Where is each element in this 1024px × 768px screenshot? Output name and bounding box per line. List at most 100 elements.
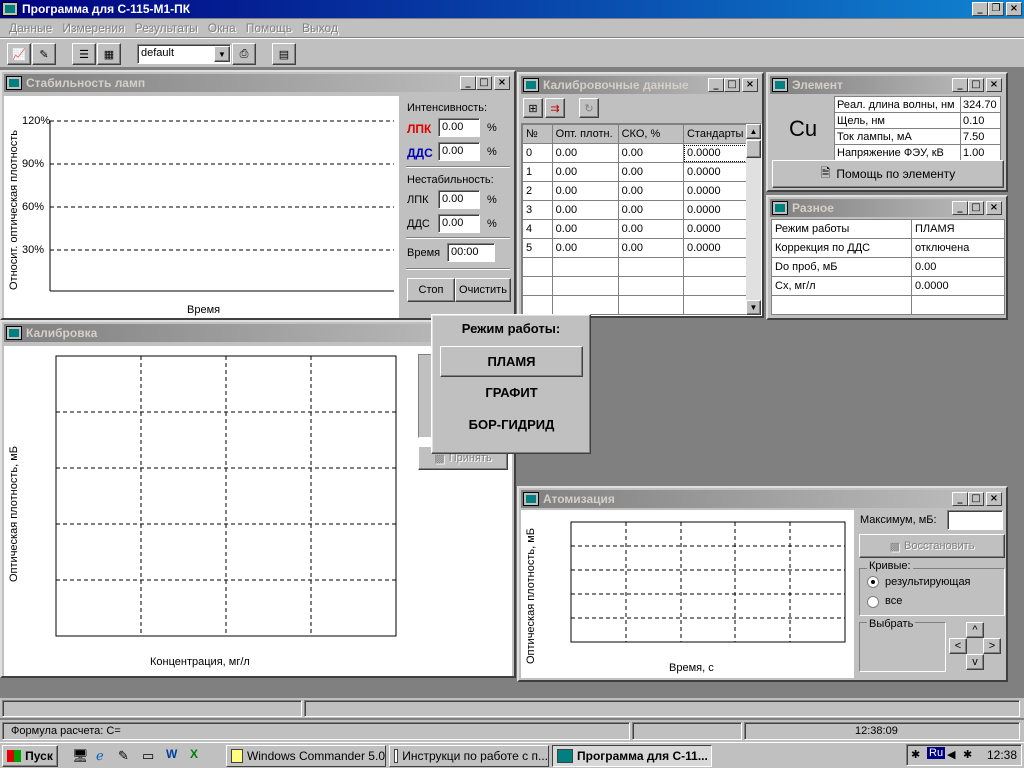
network-icon[interactable]: ✱	[963, 748, 972, 761]
cell[interactable]: 324.70	[960, 96, 1001, 113]
speaker-icon[interactable]: ◀	[947, 748, 955, 761]
notes-icon[interactable]: ✎	[118, 748, 129, 764]
cell[interactable]: 7.50	[960, 128, 1001, 145]
col-header[interactable]: №	[522, 124, 553, 144]
time-field[interactable]: 00:00	[447, 243, 495, 262]
lang-indicator[interactable]: Ru	[927, 747, 946, 759]
excel-icon[interactable]: X	[190, 747, 198, 761]
table-row[interactable]	[522, 276, 749, 296]
close-icon[interactable]: ×	[742, 78, 758, 92]
radio-result[interactable]	[867, 576, 879, 588]
minimize-icon[interactable]: _	[708, 78, 724, 92]
calibdata-title-bar[interactable]: Калибровочные данные _ □ ×	[521, 76, 760, 94]
arrow-down-icon[interactable]: v	[966, 654, 984, 670]
task-instructions[interactable]: Инструкци по работе с п...	[389, 745, 549, 767]
menu-windows[interactable]: Окна	[203, 19, 241, 37]
cell[interactable]: 0.0000	[911, 276, 1005, 296]
stop-button[interactable]: Стоп	[407, 278, 455, 302]
menu-help[interactable]: Помощь	[241, 19, 297, 37]
table-row[interactable]: 1 0.00 0.00 0.0000	[522, 162, 749, 182]
cell[interactable]: 0.00	[911, 257, 1005, 277]
cell[interactable]: 0.10	[960, 112, 1001, 129]
max-field[interactable]	[947, 510, 1003, 530]
bug-icon[interactable]: ✱	[911, 748, 920, 761]
vertical-scrollbar[interactable]: ▲ ▼	[746, 124, 761, 315]
close-icon[interactable]: ×	[986, 201, 1002, 215]
element-help-button[interactable]: 🗎 Помощь по элементу	[772, 160, 1004, 188]
table-row[interactable]	[771, 295, 1005, 315]
col-header[interactable]: Стандарты	[682, 124, 749, 144]
radio-all[interactable]	[867, 596, 879, 608]
table-row[interactable]: Сх, мг/л 0.0000	[771, 276, 1005, 296]
table-row[interactable]: Режим работы ПЛАМЯ	[771, 219, 1005, 239]
arrow-up-icon[interactable]: ^	[966, 622, 984, 638]
chevron-down-icon[interactable]: ▼	[214, 46, 230, 62]
mode-borohydride-option[interactable]: БОР-ГИДРИД	[440, 417, 583, 432]
app-title-bar[interactable]: Программа для С-115-М1-ПК _ ❐ ×	[0, 0, 1024, 18]
scroll-thumb[interactable]	[746, 140, 761, 158]
lamp-title-bar[interactable]: Стабильность ламп _ □ ×	[4, 74, 512, 92]
cell[interactable]: 0.0000	[682, 181, 749, 201]
terminal-icon[interactable]: ▭	[142, 748, 154, 764]
minimize-icon[interactable]: _	[460, 76, 476, 90]
table-row[interactable]: Коррекция по ДДС отключена	[771, 238, 1005, 258]
maximize-icon[interactable]: □	[724, 78, 740, 92]
table-row[interactable]: 0 0.00 0.00 0.0000	[522, 143, 749, 163]
mode-flame-button[interactable]: ПЛАМЯ	[440, 346, 583, 377]
cell[interactable]: 0.0000	[682, 219, 749, 239]
task-program[interactable]: Программа для С-11...	[552, 745, 712, 767]
table-row[interactable]: Ток лампы, мА 7.50	[834, 128, 1001, 145]
table-row[interactable]	[522, 257, 749, 277]
cell[interactable]: 0.0000	[682, 238, 749, 258]
radio-result-label[interactable]: результирующая	[885, 576, 971, 588]
refresh-icon[interactable]: ↻	[579, 98, 599, 118]
dds-intensity-field[interactable]: 0.00	[438, 142, 480, 161]
task-windows-commander[interactable]: Windows Commander 5.0	[226, 745, 386, 767]
misc-title-bar[interactable]: Разное _ □ ×	[770, 199, 1004, 217]
ie-icon[interactable]: ℯ	[96, 748, 104, 764]
cell[interactable]: ПЛАМЯ	[911, 219, 1005, 239]
atom-title-bar[interactable]: Атомизация _ □ ×	[521, 490, 1004, 508]
table-icon[interactable]: ▦	[97, 43, 121, 65]
restore-button[interactable]: ❐	[988, 2, 1004, 16]
close-icon[interactable]: ×	[986, 492, 1002, 506]
minimize-button[interactable]: _	[972, 2, 988, 16]
menu-measurements[interactable]: Измерения	[57, 19, 129, 37]
element-title-bar[interactable]: Элемент _ □ ×	[770, 76, 1004, 94]
cell[interactable]: 0.0000	[682, 143, 749, 163]
menu-data[interactable]: Данные	[4, 19, 57, 37]
maximize-icon[interactable]: □	[968, 78, 984, 92]
col-header[interactable]: СКО, %	[617, 124, 684, 144]
desktop-icon[interactable]: 🖥	[72, 748, 89, 764]
maximize-icon[interactable]: □	[968, 201, 984, 215]
arrow-right-icon[interactable]: >	[983, 638, 1001, 654]
table-row[interactable]: Реал. длина волны, нм 324.70	[834, 96, 1001, 113]
table-row[interactable]: 4 0.00 0.00 0.0000	[522, 219, 749, 239]
clear-button[interactable]: Очистить	[455, 278, 511, 302]
radio-all-label[interactable]: все	[885, 595, 902, 607]
arrow-left-icon[interactable]: <	[949, 638, 967, 654]
list-icon[interactable]: ☰	[72, 43, 96, 65]
cell[interactable]: 0.0000	[682, 162, 749, 182]
mode-graphite-option[interactable]: ГРАФИТ	[440, 385, 583, 400]
close-button[interactable]: ×	[1006, 2, 1022, 16]
close-icon[interactable]: ×	[986, 78, 1002, 92]
table-row[interactable]: 3 0.00 0.00 0.0000	[522, 200, 749, 220]
lpk-intensity-field[interactable]: 0.00	[438, 118, 480, 137]
restore-button[interactable]: ▩ Восстановить	[859, 534, 1005, 558]
maximize-icon[interactable]: □	[476, 76, 492, 90]
start-button[interactable]: Пуск	[2, 745, 58, 767]
table-settings-icon[interactable]: ⊞	[523, 98, 543, 118]
menu-exit[interactable]: Выход	[297, 19, 343, 37]
scroll-up-icon[interactable]: ▲	[746, 124, 761, 139]
table-row[interactable]: 5 0.00 0.00 0.0000	[522, 238, 749, 258]
lpk-instability-field[interactable]: 0.00	[438, 190, 480, 209]
cell[interactable]: отключена	[911, 238, 1005, 258]
save-profile-icon[interactable]: ⎙	[232, 43, 256, 65]
table-row[interactable]: Щель, нм 0.10	[834, 112, 1001, 129]
cell[interactable]: 1.00	[960, 144, 1001, 161]
table-row[interactable]: Напряжение ФЭУ, кВ 1.00	[834, 144, 1001, 161]
col-header[interactable]: Опт. плотн.	[551, 124, 619, 144]
edit-icon[interactable]: ✎	[32, 43, 56, 65]
calculator-icon[interactable]: ▤	[272, 43, 296, 65]
